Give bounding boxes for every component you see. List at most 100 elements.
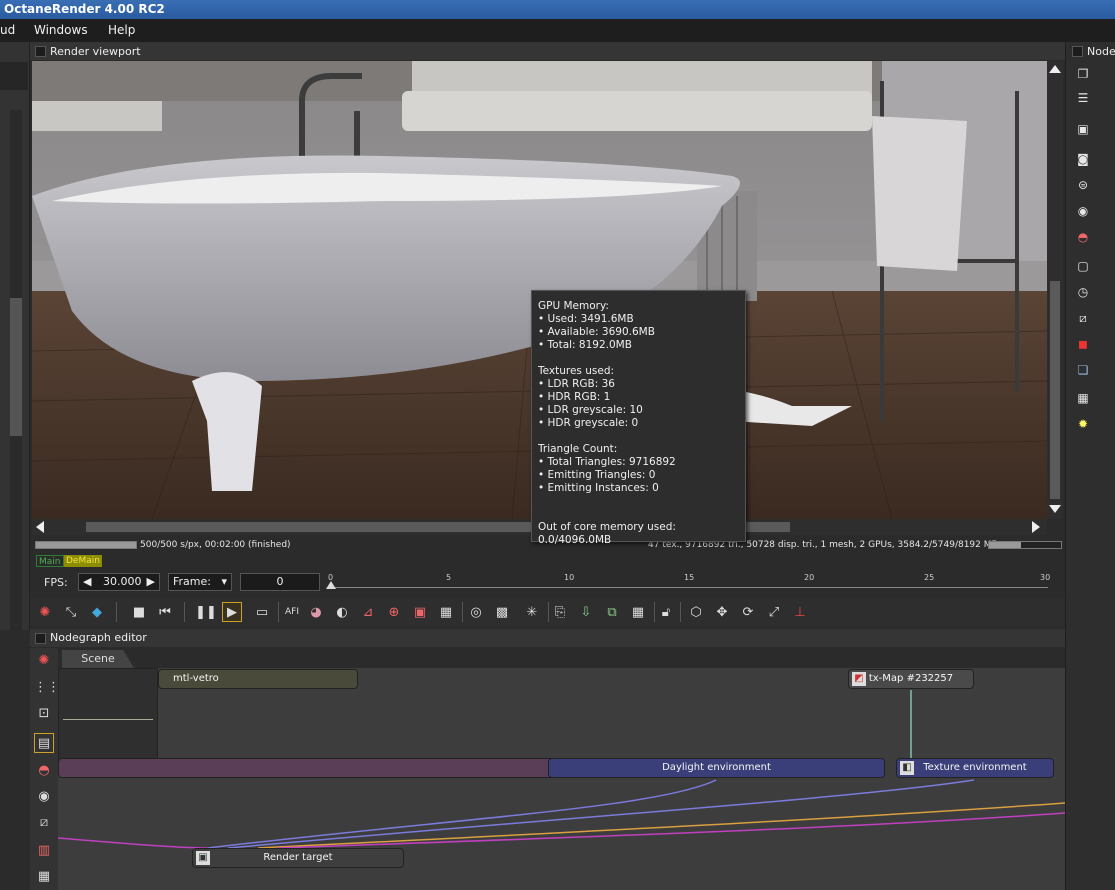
frame-dropdown[interactable]: Frame: ▾ — [168, 573, 232, 591]
viewport-vertical-scrollbar[interactable] — [1047, 61, 1063, 519]
graph-icon[interactable]: ▥ — [34, 841, 54, 861]
lock-icon[interactable]: 🔓︎ — [656, 602, 676, 622]
object-picker-icon[interactable]: ⊿ — [358, 602, 378, 622]
vertical-scroll-thumb[interactable] — [1050, 281, 1060, 499]
color-cube-icon[interactable]: ◆ — [87, 602, 107, 622]
stop-icon[interactable]: ■ — [129, 602, 149, 622]
material-icon[interactable]: ◓ — [1075, 229, 1091, 245]
tooltip-gpu-available: • Available: 3690.6MB — [538, 326, 655, 338]
tooltip-gpu-used: • Used: 3491.6MB — [538, 313, 634, 325]
frame-icon[interactable]: ▢ — [1075, 258, 1091, 274]
node-texture-environment[interactable]: ◧ Texture environment — [896, 758, 1054, 778]
tab-scene[interactable]: Scene — [62, 650, 134, 668]
table-icon[interactable]: ▦ — [34, 867, 54, 887]
node-label: tx-Map #232257 — [868, 673, 954, 684]
window-title-bar: OctaneRender 4.00 RC2 — [0, 0, 1115, 19]
grid-icon[interactable]: ▦ — [628, 602, 648, 622]
node-environment-bar[interactable] — [58, 758, 570, 778]
material-picker-icon[interactable]: ◐ — [332, 602, 352, 622]
timeline-playhead-icon[interactable] — [326, 581, 336, 589]
fps-spinbox[interactable]: ◀ 30.000 ▶ — [78, 573, 160, 591]
left-scroll-thumb[interactable] — [10, 298, 22, 436]
afi-icon[interactable]: AFI — [282, 602, 302, 622]
node-inspector-panel: Node ❐ ☰ ▣ ◙ ⊜ ◉ ◓ ▢ ◷ ⧄ ◼ ❏ ▦ ✹ — [1065, 42, 1115, 890]
reset-view-icon[interactable]: ✺ — [34, 651, 54, 671]
scroll-up-arrow-icon[interactable] — [1049, 65, 1061, 73]
monitor-icon[interactable]: ▭ — [252, 602, 272, 622]
main-badge[interactable]: Main — [36, 555, 64, 567]
preview-icon[interactable]: ▤ — [34, 733, 54, 753]
color-picker-icon[interactable]: ◕ — [306, 602, 326, 622]
subsample-icon[interactable]: ✳ — [522, 602, 542, 622]
demain-badge[interactable]: DeMain — [64, 555, 102, 567]
environment-icon[interactable]: ⊜ — [1075, 177, 1091, 193]
rotate-icon[interactable]: ⟳ — [738, 602, 758, 622]
save-icon[interactable]: ⇩ — [576, 602, 596, 622]
inspector-toggle-checkbox[interactable] — [1072, 46, 1083, 57]
viewport-title: Render viewport — [50, 45, 141, 58]
fps-decrement-icon[interactable]: ◀ — [83, 574, 91, 590]
pause-icon[interactable]: ❚❚ — [195, 602, 217, 622]
picture-icon[interactable]: ▦ — [1075, 390, 1091, 406]
render-region-icon[interactable]: ▣ — [410, 602, 430, 622]
tooltip-emitting-instances: • Emitting Instances: 0 — [538, 482, 659, 494]
move-icon[interactable]: ✥ — [712, 602, 732, 622]
fps-increment-icon[interactable]: ▶ — [147, 574, 155, 590]
frame-label: Frame: — [173, 575, 211, 588]
frame-input[interactable]: 0 — [240, 573, 320, 591]
node-daylight-environment[interactable]: Daylight environment — [548, 758, 885, 778]
camera-target-icon[interactable]: ⊕ — [384, 602, 404, 622]
texture-icon[interactable]: ⧄ — [34, 813, 54, 833]
sphere-icon[interactable]: ◉ — [1075, 203, 1091, 219]
arrange-icon[interactable]: ⋮⋮ — [34, 678, 60, 698]
menu-cloud[interactable]: ud — [0, 23, 15, 37]
layers-icon[interactable]: ❐ — [1075, 66, 1091, 82]
copy-icon[interactable]: ⎘ — [550, 602, 570, 622]
nodegraph-toggle-checkbox[interactable] — [35, 633, 46, 644]
reset-camera-icon[interactable]: ✺ — [35, 602, 55, 622]
list-icon[interactable]: ☰ — [1075, 90, 1091, 106]
play-icon[interactable]: ▶ — [222, 602, 242, 622]
gizmo-cube-icon[interactable]: ⬡ — [686, 602, 706, 622]
scroll-down-arrow-icon[interactable] — [1049, 505, 1061, 513]
fps-value: 30.000 — [103, 575, 142, 588]
menu-windows[interactable]: Windows — [34, 23, 88, 37]
viewport-toggle-checkbox[interactable] — [35, 46, 46, 57]
node-render-target[interactable]: ▣ Render target — [192, 848, 404, 868]
axis-icon[interactable]: ⊥ — [790, 602, 810, 622]
image-icon[interactable]: ▣ — [1075, 121, 1091, 137]
camera-icon[interactable]: ◙ — [1075, 151, 1091, 167]
nodegraph-canvas[interactable]: mtl-vetro ◩ tx-Map #232257 Daylight envi… — [58, 668, 1065, 890]
film-region-icon[interactable]: ▦ — [436, 602, 456, 622]
scroll-right-arrow-icon[interactable] — [1032, 521, 1040, 533]
sphere-icon[interactable]: ◉ — [34, 787, 54, 807]
lock-viewport-icon[interactable]: ◎ — [466, 602, 486, 622]
node-mtl-vetro[interactable]: mtl-vetro — [158, 669, 358, 689]
nodegraph-header: Nodegraph editor — [30, 629, 1065, 647]
scale-icon[interactable]: ⤢ — [764, 602, 784, 622]
fit-nodes-icon[interactable]: ⊡ — [34, 704, 54, 724]
node-tx-map[interactable]: ◩ tx-Map #232257 — [848, 669, 974, 689]
timeline-track[interactable] — [330, 587, 1048, 588]
clay-mode-icon[interactable]: ▩ — [492, 602, 512, 622]
wire-orange — [257, 802, 1065, 849]
inspector-title: Node — [1087, 45, 1115, 58]
settings-icon[interactable]: ⧄ — [1075, 310, 1091, 326]
timeline-tick: 5 — [446, 573, 452, 582]
light-icon[interactable]: ✹ — [1075, 416, 1091, 432]
clock-icon[interactable]: ◷ — [1075, 284, 1091, 300]
restart-icon[interactable]: ⏮ — [155, 602, 175, 622]
wire-texture-env — [227, 779, 975, 849]
export-icon[interactable]: ⧉ — [602, 602, 622, 622]
material-icon[interactable]: ◓ — [34, 761, 54, 781]
cube-icon[interactable]: ◼ — [1075, 336, 1091, 352]
fit-icon[interactable]: ⤡ — [61, 602, 81, 622]
playback-row: FPS: ◀ 30.000 ▶ Frame: ▾ 0 0 5 10 15 20 … — [30, 570, 1065, 596]
copies-icon[interactable]: ❏ — [1075, 362, 1091, 378]
render-viewport-header: Render viewport — [30, 42, 1065, 60]
render-progress-text: 500/500 s/px, 00:02:00 (finished) — [140, 540, 291, 550]
menu-help[interactable]: Help — [108, 23, 135, 37]
scroll-left-arrow-icon[interactable] — [36, 521, 44, 533]
timeline-tick: 20 — [804, 573, 815, 582]
nodegraph-minimap[interactable] — [58, 668, 158, 768]
